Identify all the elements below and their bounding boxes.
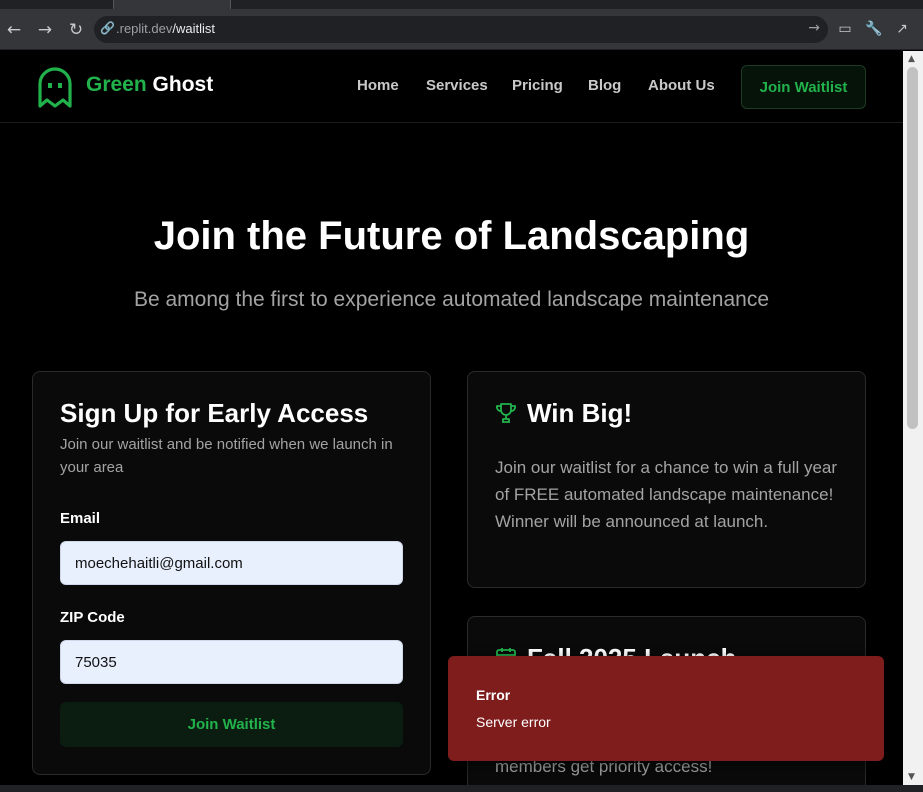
page-subtitle: Be among the first to experience automat…: [133, 288, 770, 311]
nav-link-blog[interactable]: Blog: [588, 77, 621, 94]
ghost-logo-icon[interactable]: [36, 66, 74, 108]
signup-title: Sign Up for Early Access: [60, 398, 369, 428]
zip-field[interactable]: 75035: [60, 640, 403, 684]
email-field[interactable]: moechehaitli@gmail.com: [60, 541, 403, 585]
join-waitlist-submit-button[interactable]: Join Waitlist: [60, 702, 403, 747]
win-title: Win Big!: [527, 398, 633, 428]
address-bar[interactable]: 🔗 .replit.dev/waitlist →: [94, 16, 828, 43]
reload-icon[interactable]: ↻: [62, 9, 90, 50]
toast-message: Server error: [476, 714, 551, 730]
signup-description: Join our waitlist and be notified when w…: [60, 436, 393, 476]
nav-link-pricing[interactable]: Pricing: [512, 77, 563, 94]
site-header: Green Ghost Home Services Pricing Blog A…: [0, 51, 903, 123]
link-icon: 🔗: [100, 21, 115, 35]
back-icon[interactable]: ←: [0, 9, 28, 50]
zip-label: ZIP Code: [60, 609, 125, 626]
page-scrollbar[interactable]: ▲ ▼: [903, 51, 923, 785]
nav-link-services[interactable]: Services: [426, 77, 488, 94]
brand-name[interactable]: Green Ghost: [86, 73, 213, 97]
nav-link-about-us[interactable]: About Us: [648, 77, 715, 94]
go-icon[interactable]: →: [808, 20, 820, 36]
monitor-icon[interactable]: ▭: [834, 18, 856, 40]
window-bottom-edge: [0, 785, 923, 792]
scrollbar-thumb[interactable]: [907, 67, 918, 429]
scroll-up-icon[interactable]: ▲: [908, 54, 915, 64]
scroll-down-icon[interactable]: ▼: [908, 772, 915, 782]
toast-title: Error: [476, 687, 511, 703]
active-tab[interactable]: [113, 0, 231, 9]
tab-strip: [0, 0, 923, 9]
page-title: Join the Future of Landscaping: [153, 214, 750, 258]
forward-icon[interactable]: →: [31, 9, 59, 50]
win-description: Join our waitlist for a chance to win a …: [495, 458, 838, 531]
signup-card: Sign Up for Early Access Join our waitli…: [32, 371, 431, 775]
browser-toolbar: ← → ↻ 🔗 .replit.dev/waitlist → ▭ 🔧 ↗: [0, 9, 923, 50]
wrench-icon[interactable]: 🔧: [863, 18, 885, 40]
trophy-icon: [496, 403, 516, 423]
url-text: .replit.dev/waitlist: [116, 21, 215, 36]
nav-link-home[interactable]: Home: [357, 77, 399, 94]
join-waitlist-nav-button[interactable]: Join Waitlist: [741, 65, 866, 109]
open-external-icon[interactable]: ↗: [891, 18, 913, 40]
email-label: Email: [60, 510, 101, 527]
error-toast[interactable]: Error Server error: [448, 656, 884, 761]
page-viewport: Green Ghost Home Services Pricing Blog A…: [0, 51, 903, 785]
win-card: Win Big! Join our waitlist for a chance …: [467, 371, 866, 588]
